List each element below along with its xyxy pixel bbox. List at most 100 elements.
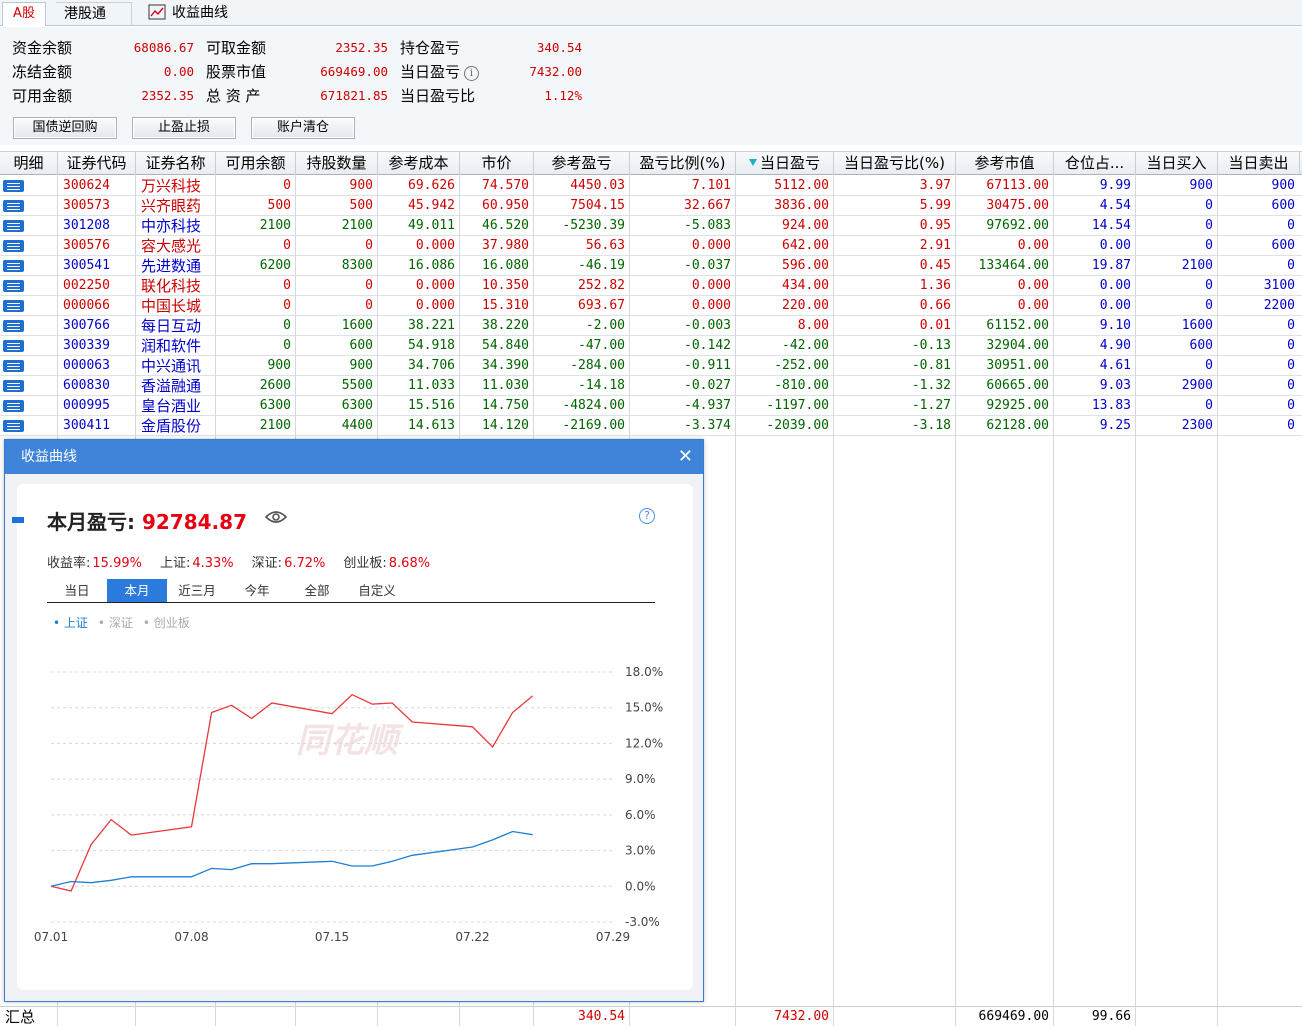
table-row[interactable]: 000066 中国长城 0 0 0.000 15.310 693.67 0.000 220.00… (0, 296, 1302, 316)
table-row[interactable]: 300766 每日互动 0 1600 38.221 38.220 -2.00 -0.003 8.… (0, 316, 1302, 336)
table-cell: 900 (1189, 178, 1213, 193)
detail-list-icon[interactable] (3, 380, 24, 392)
tab-a-share[interactable]: A股 (2, 2, 46, 26)
column-header[interactable]: 证券代码 (58, 152, 136, 175)
column-header[interactable]: 参考盈亏 (534, 152, 630, 175)
detail-list-icon[interactable] (3, 360, 24, 372)
range-tab[interactable]: 本月 (107, 579, 167, 602)
column-header[interactable]: 可用余额 (216, 152, 296, 175)
detail-list-icon[interactable] (3, 320, 24, 332)
column-header[interactable]: 当日卖出 (1218, 152, 1300, 175)
chart-legend: • 上证 • 深证 • 创业板 (53, 614, 200, 631)
bond-repo-button[interactable]: 国债逆回购 (13, 117, 117, 139)
totals-market-value: 669469.00 (978, 1009, 1049, 1024)
detail-list-icon[interactable] (3, 300, 24, 312)
table-cell: 0.000 (415, 298, 455, 313)
table-cell: 300576 (63, 238, 110, 253)
table-cell: 34.706 (408, 358, 455, 373)
column-header[interactable]: 仓位占... (1054, 152, 1136, 175)
tab-profit-curve-label: 收益曲线 (172, 5, 228, 21)
table-cell: 6200 (259, 258, 291, 273)
table-cell: -0.142 (684, 338, 731, 353)
table-row[interactable]: 300339 润和软件 0 600 54.918 54.840 -47.00 -0.142 -4… (0, 336, 1302, 356)
table-cell: 0 (283, 338, 291, 353)
table-cell: 0 (283, 318, 291, 333)
table-cell: 220.00 (782, 298, 829, 313)
tab-profit-curve[interactable]: 收益曲线 (148, 2, 258, 26)
column-header[interactable]: 持股数量 (296, 152, 378, 175)
detail-list-icon[interactable] (3, 340, 24, 352)
stat-item: 上证: 4.33% (160, 552, 234, 571)
table-cell: 62128.00 (986, 418, 1049, 433)
range-tab[interactable]: 全部 (287, 579, 347, 602)
column-header[interactable]: 当日买入 (1136, 152, 1218, 175)
table-cell: 2100 (259, 218, 291, 233)
table-cell: 0 (283, 298, 291, 313)
table-cell: -46.19 (578, 258, 625, 273)
table-row[interactable]: 000995 皇台酒业 6300 6300 15.516 14.750 -4824.00 -4… (0, 396, 1302, 416)
return-series-line (50, 693, 534, 892)
detail-list-icon[interactable] (3, 220, 24, 232)
table-cell: 300766 (63, 318, 110, 333)
help-icon[interactable]: ? (639, 508, 655, 524)
table-cell: -4824.00 (562, 398, 625, 413)
table-cell: 1600 (341, 318, 373, 333)
table-row[interactable]: 301208 中亦科技 2100 2100 49.011 46.520 -5230.39 -5… (0, 216, 1302, 236)
detail-list-icon[interactable] (3, 180, 24, 192)
legend-item[interactable]: • 上证 (53, 616, 88, 630)
info-icon[interactable]: i (464, 66, 480, 81)
detail-list-icon[interactable] (3, 200, 24, 212)
table-row[interactable]: 300624 万兴科技 0 900 69.626 74.570 4450.03 7.101 51… (0, 176, 1302, 196)
table-row[interactable]: 300411 金盾股份 2100 4400 14.613 14.120 -2169.00 -3… (0, 416, 1302, 436)
eye-icon[interactable] (265, 510, 287, 524)
summary-value: 0.00 (163, 64, 194, 79)
table-cell: 97692.00 (986, 218, 1049, 233)
tab-hk-connect[interactable]: 港股通 (56, 2, 132, 26)
table-row[interactable]: 300573 兴齐眼药 500 500 45.942 60.950 7504.15 32.66… (0, 196, 1302, 216)
table-cell: 2300 (1181, 418, 1213, 433)
column-header[interactable]: 当日盈亏 (736, 152, 834, 175)
summary-label: 可取金额 (206, 39, 267, 57)
column-header[interactable]: 盈亏比例(%) (630, 152, 736, 175)
table-cell: 000995 (63, 398, 110, 413)
table-cell: 皇台酒业 (141, 397, 202, 415)
detail-list-icon[interactable] (3, 420, 24, 432)
range-tab[interactable]: 自定义 (347, 579, 407, 602)
column-header-label: 证券名称 (145, 154, 206, 172)
column-header[interactable]: 市价 (460, 152, 534, 175)
detail-list-icon[interactable] (3, 280, 24, 292)
table-row[interactable]: 000063 中兴通讯 900 900 34.706 34.390 -284.00 -0.91… (0, 356, 1302, 376)
detail-list-icon[interactable] (3, 400, 24, 412)
table-row[interactable]: 002250 联化科技 0 0 0.000 10.350 252.82 0.000 434.00… (0, 276, 1302, 296)
detail-list-icon[interactable] (3, 260, 24, 272)
table-cell: 中兴通讯 (141, 357, 202, 375)
table-cell: 2100 (341, 218, 373, 233)
column-header[interactable]: 参考市值 (956, 152, 1054, 175)
table-cell: 9.03 (1099, 378, 1131, 393)
table-row[interactable]: 300541 先进数通 6200 8300 16.086 16.080 -46.19 -0.0… (0, 256, 1302, 276)
range-tab[interactable]: 当日 (47, 579, 107, 602)
detail-list-icon[interactable] (3, 240, 24, 252)
table-cell: 4.54 (1099, 198, 1131, 213)
stat-item: 创业板: 8.68% (343, 552, 430, 571)
column-header[interactable]: 参考成本 (378, 152, 460, 175)
account-summary: 资金余额 68086.67 冻结金额 0.00 可用金额 2352.35 可取金额 2352.… (0, 27, 1302, 145)
legend-item[interactable]: • 深证 (98, 616, 133, 630)
range-tab[interactable]: 近三月 (167, 579, 227, 602)
clear-account-button[interactable]: 账户清仓 (251, 117, 355, 139)
x-tick-label: 07.15 (315, 930, 349, 944)
table-cell: 0 (1205, 198, 1213, 213)
table-cell: 2.91 (919, 238, 951, 253)
column-header[interactable]: 证券名称 (136, 152, 216, 175)
table-row[interactable]: 600830 香溢融通 2600 5500 11.033 11.030 -14.18 -0.0… (0, 376, 1302, 396)
table-cell: -2039.00 (766, 418, 829, 433)
column-header[interactable]: 明细 (0, 152, 58, 175)
table-cell: 容大感光 (141, 237, 202, 255)
column-header[interactable]: 当日盈亏比(%) (834, 152, 956, 175)
close-icon[interactable]: ✕ (678, 440, 693, 474)
stop-profit-loss-button[interactable]: 止盈止损 (132, 117, 236, 139)
table-cell: -42.00 (782, 338, 829, 353)
legend-item[interactable]: • 创业板 (143, 616, 190, 630)
table-row[interactable]: 300576 容大感光 0 0 0.000 37.980 56.63 0.000 642.00 2… (0, 236, 1302, 256)
range-tab[interactable]: 今年 (227, 579, 287, 602)
